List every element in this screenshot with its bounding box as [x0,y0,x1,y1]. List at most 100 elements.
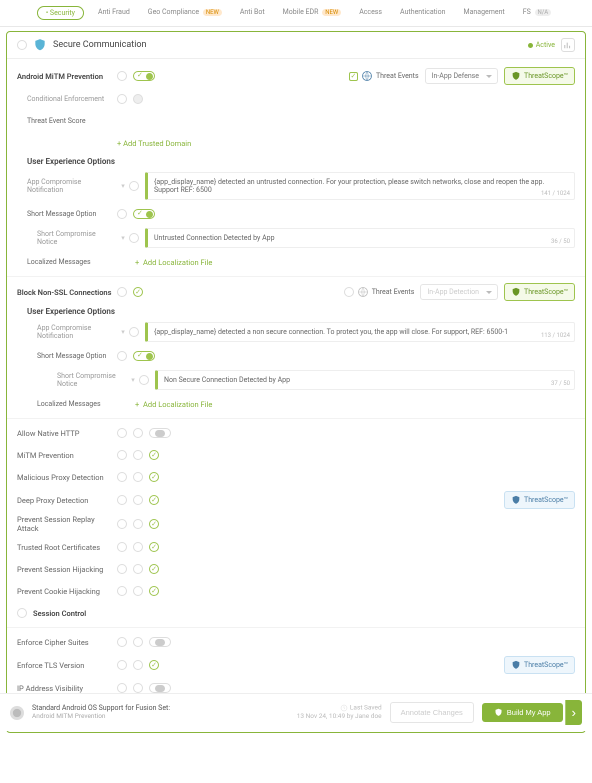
policy-label: Short Compromise Notice [27,372,127,388]
threat-events-badge[interactable]: ✓ Threat Events [349,70,419,82]
tab-security[interactable]: • Security [37,6,84,20]
radio[interactable] [117,564,127,574]
radio[interactable] [133,637,143,647]
radio[interactable] [139,375,149,385]
short-notice-row2: Short Compromise Notice ▾ Non Secure Con… [17,370,575,390]
radio[interactable] [117,495,127,505]
build-app-button[interactable]: Build My App [482,703,563,722]
radio[interactable] [117,450,127,460]
footer-bar: Standard Android OS Support for Fusion S… [0,693,592,731]
radio[interactable] [117,637,127,647]
policy-label: Prevent Session Hijacking [17,565,117,574]
add-localization-link[interactable]: + Add Localization File [135,400,212,409]
threatscope-button[interactable]: ThreatScope™ [504,656,575,674]
policy-label: Allow Native HTTP [17,429,117,438]
policy-tls: Enforce TLS Version✓ ThreatScope™ [17,656,575,674]
radio-icon [344,287,354,297]
tab-geo[interactable]: Geo Compliance NEW [144,6,226,20]
panel-radio[interactable] [17,40,27,50]
radio[interactable] [133,564,143,574]
policy-label: Prevent Session Replay Attack [17,515,117,533]
detection-dropdown[interactable]: In-App Detection [420,284,498,300]
check-icon[interactable]: ✓ [149,586,159,596]
radio[interactable] [117,586,127,596]
toggle-on[interactable] [133,209,155,219]
threat-events-badge[interactable]: Threat Events [344,286,415,298]
add-trusted-domain[interactable]: + Add Trusted Domain [17,135,575,151]
radio[interactable] [117,542,127,552]
radio[interactable] [117,94,127,104]
radio[interactable] [117,519,127,529]
check-icon[interactable]: ✓ [149,564,159,574]
radio[interactable] [133,660,143,670]
top-tabs: • Security Anti Fraud Geo Compliance NEW… [0,0,592,27]
check-icon[interactable]: ✓ [149,450,159,460]
fusion-set-info: Standard Android OS Support for Fusion S… [32,704,289,720]
chevron-icon[interactable]: ▾ [119,182,127,190]
policy-label: Localized Messages [17,258,117,266]
policy-label: Session Control [33,609,86,618]
radio[interactable] [117,683,127,693]
shield-icon [33,38,47,52]
radio[interactable] [133,472,143,482]
radio[interactable] [133,586,143,596]
policy-label: Enforce Cipher Suites [17,638,117,647]
chevron-icon[interactable]: ▾ [129,376,137,384]
radio[interactable] [117,428,127,438]
annotate-button[interactable]: Annotate Changes [390,702,474,723]
policy-android-mitm: Android MiTM Prevention ✓ Threat Events … [17,67,575,85]
radio[interactable] [17,608,27,618]
add-trusted-link[interactable]: + Add Trusted Domain [117,139,191,148]
chevron-icon[interactable]: ▾ [119,234,127,242]
radio[interactable] [117,287,127,297]
toggle-on[interactable] [133,71,155,81]
check-icon[interactable]: ✓ [149,660,159,670]
compromise-textbox[interactable]: {app_display_name} detected a non secure… [145,322,575,342]
threatscope-button[interactable]: ThreatScope™ [504,491,575,509]
radio[interactable] [117,660,127,670]
check-icon[interactable]: ✓ [149,542,159,552]
tab-antifraud[interactable]: Anti Fraud [94,6,134,20]
radio[interactable] [117,71,127,81]
check-icon[interactable]: ✓ [133,287,143,297]
globe-icon [361,70,373,82]
radio[interactable] [129,181,139,191]
radio[interactable] [133,495,143,505]
short-textbox[interactable]: Non Secure Connection Detected by App 37… [155,370,575,390]
tab-fs[interactable]: FS N/A [519,6,555,20]
new-badge: NEW [203,9,222,16]
threatscope-button[interactable]: ThreatScope™ [504,67,575,85]
short-textbox[interactable]: Untrusted Connection Detected by App 36 … [145,228,575,248]
defense-dropdown[interactable]: In-App Defense [425,68,498,84]
radio[interactable] [133,428,143,438]
toggle-on[interactable] [133,351,155,361]
check-icon[interactable]: ✓ [149,495,159,505]
char-count: 37 / 50 [551,380,570,387]
radio[interactable] [117,209,127,219]
radio[interactable] [133,519,143,529]
tab-auth[interactable]: Authentication [396,6,449,20]
tab-antibot[interactable]: Anti Bot [236,6,269,20]
tab-access[interactable]: Access [355,6,386,20]
build-chevron[interactable]: › [565,700,582,725]
radio[interactable] [133,542,143,552]
check-icon[interactable]: ✓ [149,472,159,482]
threatscope-button[interactable]: ThreatScope™ [504,283,575,301]
chevron-icon[interactable]: ▾ [119,328,127,336]
policy-label: IP Address Visibility [17,684,117,693]
compromise-textbox[interactable]: {app_display_name} detected an untrusted… [145,172,575,200]
check-icon[interactable]: ✓ [149,519,159,529]
chart-icon[interactable] [561,38,575,52]
toggle-dash[interactable] [149,428,171,438]
toggle-dash[interactable] [149,683,171,693]
toggle-dash[interactable] [149,637,171,647]
radio[interactable] [129,233,139,243]
tab-mobileedr[interactable]: Mobile EDR NEW [279,6,346,20]
radio[interactable] [129,327,139,337]
radio[interactable] [117,472,127,482]
add-localization-link[interactable]: + Add Localization File [135,258,212,267]
radio[interactable] [117,351,127,361]
tab-mgmt[interactable]: Management [459,6,508,20]
radio[interactable] [133,683,143,693]
radio[interactable] [133,450,143,460]
